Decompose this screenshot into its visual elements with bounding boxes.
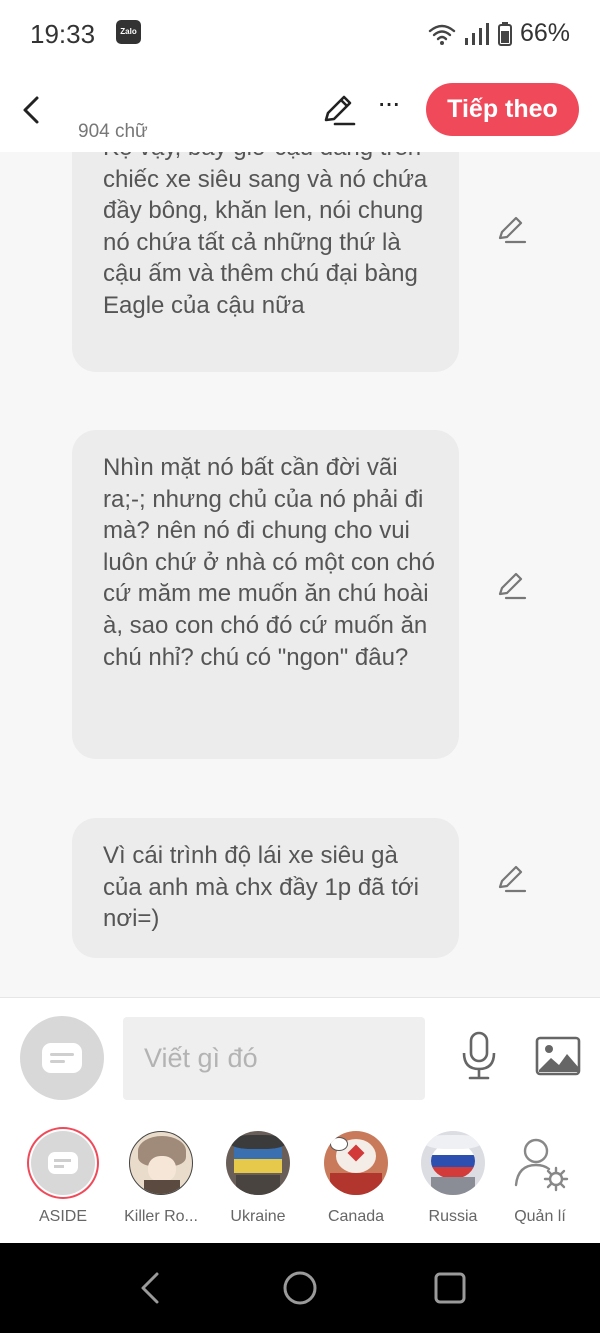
- wifi-icon: [428, 24, 456, 45]
- battery-icon: [497, 21, 512, 46]
- microphone-icon[interactable]: [459, 1031, 499, 1081]
- battery-percent: 66%: [519, 19, 570, 47]
- nav-home-icon[interactable]: [282, 1270, 318, 1306]
- character-label: Quản lí: [514, 1208, 566, 1225]
- character-ukraine[interactable]: Ukraine: [210, 1131, 306, 1226]
- user-settings-icon: [514, 1138, 569, 1192]
- zalo-notification-icon: Zalo: [116, 20, 141, 44]
- status-indicators: 66%: [428, 19, 570, 48]
- edit-message-icon[interactable]: [494, 212, 528, 246]
- character-label: Killer Ro...: [124, 1208, 198, 1225]
- message-bubble[interactable]: Vì cái trình độ lái xe siêu gà của anh m…: [72, 818, 459, 958]
- aside-avatar: [31, 1131, 95, 1195]
- character-label: Ukraine: [230, 1208, 286, 1225]
- message-text: Nhìn mặt nó bất cần đời vãi ra;-; nhưng …: [103, 454, 435, 671]
- signal-icon: [464, 22, 489, 45]
- system-navigation-bar: [0, 1243, 600, 1333]
- message-list[interactable]: Kệ vậy, bây giờ cậu đang trên chiếc xe s…: [0, 152, 600, 997]
- character-russia[interactable]: Russia: [405, 1131, 501, 1226]
- character-label: Canada: [327, 1208, 385, 1225]
- character-killer-ro[interactable]: Killer Ro...: [113, 1131, 209, 1226]
- message-input[interactable]: Viết gì đó: [123, 1017, 425, 1100]
- chevron-left-icon: [23, 96, 39, 124]
- aside-avatar-button[interactable]: [20, 1016, 104, 1100]
- character-bar: ASIDE Killer Ro... Ukraine Canada Russia…: [0, 1119, 600, 1243]
- character-avatar: [226, 1131, 290, 1195]
- character-avatar: [324, 1131, 388, 1195]
- next-button[interactable]: Tiếp theo: [426, 83, 579, 136]
- manage-characters-button[interactable]: Quản lí: [492, 1131, 588, 1226]
- character-canada[interactable]: Canada: [308, 1131, 404, 1226]
- message-text: Vì cái trình độ lái xe siêu gà của anh m…: [103, 842, 419, 933]
- character-aside[interactable]: ASIDE: [15, 1131, 111, 1226]
- nav-back-icon[interactable]: [135, 1271, 165, 1305]
- character-avatar: [421, 1131, 485, 1195]
- composer: Viết gì đó: [0, 997, 600, 1120]
- edit-message-icon[interactable]: [494, 861, 528, 895]
- image-icon[interactable]: [535, 1036, 581, 1076]
- editor-header: 904 chữ ··· Tiếp theo: [0, 70, 600, 152]
- pencil-icon[interactable]: [320, 92, 356, 128]
- status-bar: 19:33 Zalo 66%: [0, 0, 600, 70]
- status-time: 19:33: [30, 19, 96, 49]
- chat-bubble-icon: [42, 1043, 82, 1073]
- edit-message-icon[interactable]: [494, 568, 528, 602]
- message-bubble[interactable]: Kệ vậy, bây giờ cậu đang trên chiếc xe s…: [72, 152, 459, 372]
- nav-recents-icon[interactable]: [434, 1272, 466, 1304]
- more-options-button[interactable]: ···: [372, 88, 404, 124]
- character-avatar: [129, 1131, 193, 1195]
- chat-bubble-icon: [48, 1152, 78, 1174]
- back-button[interactable]: [14, 90, 48, 130]
- character-label: ASIDE: [38, 1208, 87, 1225]
- word-count: 904 chữ: [78, 121, 148, 142]
- message-bubble[interactable]: Nhìn mặt nó bất cần đời vãi ra;-; nhưng …: [72, 430, 459, 759]
- character-label: Russia: [428, 1208, 478, 1225]
- message-text: Kệ vậy, bây giờ cậu đang trên chiếc xe s…: [103, 152, 428, 319]
